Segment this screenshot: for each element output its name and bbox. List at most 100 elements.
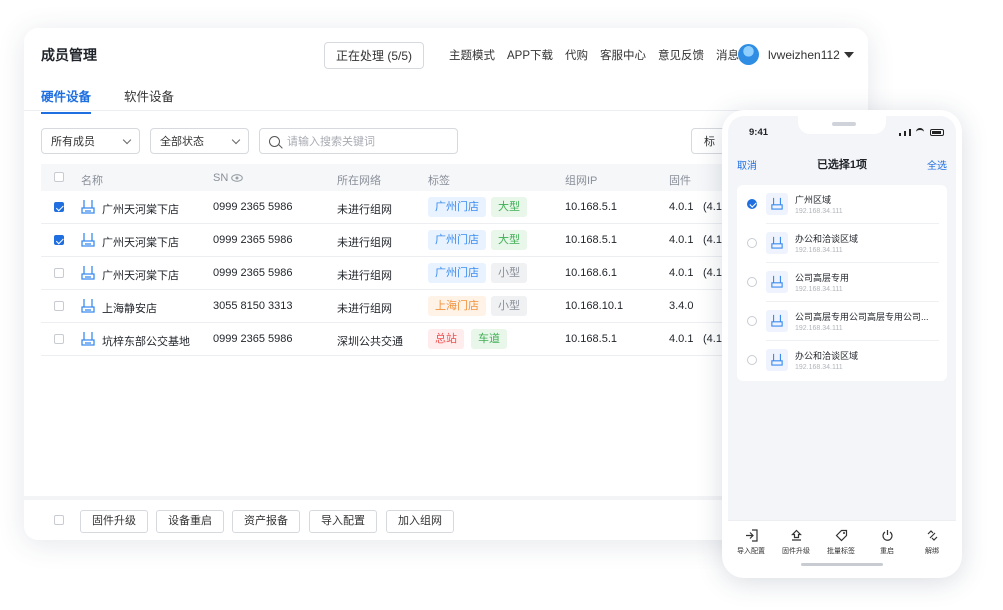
list-item[interactable]: 广州区域 192.168.34.111: [737, 185, 947, 224]
row-tag-region: 总站: [428, 329, 464, 349]
item-name: 广州区域: [795, 195, 832, 205]
row-name: 广州天河棠下店: [102, 270, 179, 282]
column-sn: SN: [213, 172, 229, 184]
row-tag-size: 小型: [491, 296, 527, 316]
speaker-pill: [832, 122, 856, 126]
power-icon: [881, 530, 893, 541]
username[interactable]: lvweizhen112: [768, 48, 840, 62]
list-item[interactable]: 公司高层专用 192.168.34.111: [737, 263, 947, 302]
nav-purchase[interactable]: 代购: [565, 47, 588, 63]
cancel-button[interactable]: 取消: [737, 157, 757, 172]
radio-unchecked[interactable]: [747, 316, 757, 326]
status-filter[interactable]: 全部状态: [150, 128, 249, 154]
row-ip: 10.168.5.1: [565, 201, 617, 213]
caret-down-icon[interactable]: [844, 52, 854, 58]
member-filter-value: 所有成员: [51, 136, 95, 148]
row-checkbox[interactable]: [54, 301, 64, 311]
nav-support[interactable]: 客服中心: [600, 47, 646, 63]
restart-action[interactable]: 重启: [867, 529, 907, 556]
select-all-button[interactable]: 全选: [927, 157, 947, 172]
row-sn: 0999 2365 5986: [213, 201, 293, 213]
selection-title: 已选择1项: [816, 159, 868, 171]
search-input[interactable]: 请输入搜索关键词: [259, 128, 458, 154]
row-checkbox[interactable]: [54, 202, 64, 212]
unbind-action[interactable]: 解绑: [912, 529, 952, 556]
row-name: 广州天河棠下店: [102, 237, 179, 249]
unlink-icon: [927, 530, 937, 541]
radio-unchecked[interactable]: [747, 355, 757, 365]
status-icons: [899, 128, 944, 136]
item-name: 公司高层专用公司高层专用公司...: [795, 312, 929, 322]
batch-tag-action[interactable]: 批量标签: [821, 529, 861, 556]
row-ip: 10.168.5.1: [565, 234, 617, 246]
select-all-checkbox[interactable]: [54, 172, 64, 182]
upload-icon: [790, 529, 802, 541]
row-tag-region: 广州门店: [428, 263, 486, 283]
firmware-upgrade-action[interactable]: 固件升级: [776, 529, 816, 556]
signal-icon: [899, 133, 901, 136]
row-name: 上海静安店: [102, 303, 157, 315]
item-name: 办公和洽谈区域: [795, 351, 859, 361]
status-time: 9:41: [749, 127, 769, 138]
import-config-button[interactable]: 导入配置: [309, 510, 377, 533]
network-list: 广州区域 192.168.34.111 办公和洽谈区域 192.168.34.1…: [737, 185, 947, 381]
router-icon: [766, 310, 788, 332]
search-placeholder: 请输入搜索关键词: [287, 136, 375, 148]
asset-report-button[interactable]: 资产报备: [232, 510, 300, 533]
router-icon: [81, 200, 95, 214]
row-firmware-latest: (4.1: [703, 333, 722, 345]
row-sn: 0999 2365 5986: [213, 267, 293, 279]
radio-unchecked[interactable]: [747, 277, 757, 287]
nav-app-download[interactable]: APP下载: [507, 47, 553, 63]
row-firmware: 4.0.1: [669, 333, 694, 345]
member-filter[interactable]: 所有成员: [41, 128, 140, 154]
nav-messages[interactable]: 消息: [716, 47, 739, 63]
radio-unchecked[interactable]: [747, 238, 757, 248]
router-icon: [766, 349, 788, 371]
avatar[interactable]: [738, 44, 759, 65]
row-checkbox[interactable]: [54, 235, 64, 245]
radio-checked[interactable]: [747, 199, 757, 209]
row-sn: 0999 2365 5986: [213, 234, 293, 246]
eye-icon[interactable]: [231, 173, 243, 185]
battery-icon: [930, 129, 944, 136]
row-firmware-latest: (4.1: [703, 201, 722, 213]
row-network: 未进行组网: [337, 270, 392, 282]
firmware-upgrade-button[interactable]: 固件升级: [80, 510, 148, 533]
row-checkbox[interactable]: [54, 334, 64, 344]
row-tag-size: 大型: [491, 197, 527, 217]
nav-theme-mode[interactable]: 主题模式: [449, 47, 495, 63]
signal-icon: [909, 129, 911, 136]
row-firmware: 4.0.1: [669, 234, 694, 246]
router-icon: [81, 266, 95, 280]
wifi-icon: [916, 128, 924, 136]
item-name: 办公和洽谈区域: [795, 234, 859, 244]
row-tag-size: 小型: [491, 263, 527, 283]
column-tags: 标签: [428, 175, 450, 187]
footer-select-all-checkbox[interactable]: [54, 515, 64, 525]
tag-button-label: 标: [704, 136, 715, 148]
nav-feedback[interactable]: 意见反馈: [658, 47, 704, 63]
row-firmware: 4.0.1: [669, 267, 694, 279]
list-item[interactable]: 公司高层专用公司高层专用公司... 192.168.34.111: [737, 302, 947, 341]
item-ip: 192.168.34.111: [795, 208, 843, 215]
import-config-action[interactable]: 导入配置: [731, 529, 771, 556]
row-tag-region: 广州门店: [428, 197, 486, 217]
list-item[interactable]: 办公和洽谈区域 192.168.34.111: [737, 341, 947, 380]
device-restart-button[interactable]: 设备重启: [156, 510, 224, 533]
row-checkbox[interactable]: [54, 268, 64, 278]
row-name: 坑梓东部公交基地: [102, 336, 190, 348]
row-firmware-latest: (4.1: [703, 267, 722, 279]
chevron-down-icon: [231, 135, 241, 145]
item-ip: 192.168.34.111: [795, 286, 843, 293]
router-icon: [766, 271, 788, 293]
item-ip: 192.168.34.111: [795, 325, 843, 332]
column-firmware: 固件: [669, 175, 691, 187]
router-icon: [81, 233, 95, 247]
row-firmware: 3.4.0: [669, 300, 694, 312]
list-item[interactable]: 办公和洽谈区域 192.168.34.111: [737, 224, 947, 263]
column-ip: 组网IP: [565, 175, 598, 187]
join-network-button[interactable]: 加入组网: [386, 510, 454, 533]
column-name: 名称: [81, 175, 103, 187]
processing-button[interactable]: 正在处理 (5/5): [324, 42, 424, 69]
